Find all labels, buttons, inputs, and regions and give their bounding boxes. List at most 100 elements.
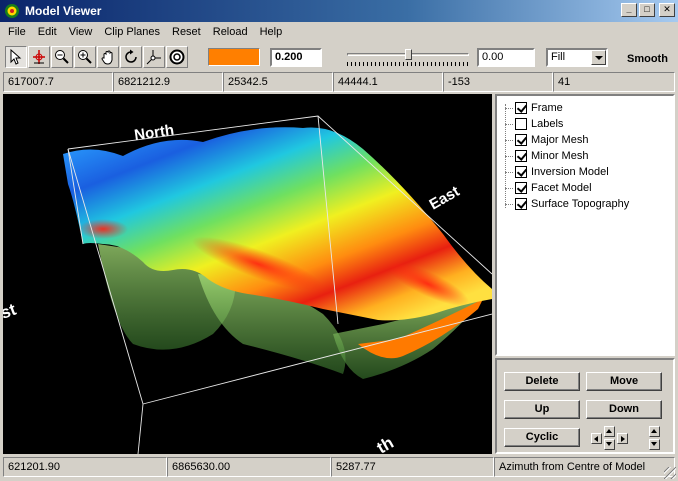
- rotate-button[interactable]: [120, 46, 142, 68]
- sphere-button[interactable]: [166, 46, 188, 68]
- tree-connector: [505, 156, 513, 157]
- layer-label: Surface Topography: [531, 198, 630, 210]
- coord-y: 6821212.9: [113, 72, 223, 92]
- nudge-right-button[interactable]: [617, 433, 628, 444]
- coord-x: 617007.7: [3, 72, 113, 92]
- smooth-label[interactable]: Smooth: [627, 53, 668, 65]
- menu-reload[interactable]: Reload: [207, 26, 254, 38]
- color-swatch[interactable]: [208, 48, 260, 66]
- zoom-out-icon: [55, 50, 69, 64]
- threshold-slider[interactable]: [345, 49, 471, 67]
- pick-point-button[interactable]: [28, 46, 50, 68]
- north-label: North: [133, 122, 175, 144]
- layer-item[interactable]: Facet Model: [515, 180, 592, 196]
- lower-button[interactable]: [649, 439, 660, 450]
- render-mode-select[interactable]: Fill: [546, 48, 608, 67]
- layer-label: Frame: [531, 102, 563, 114]
- sphere-icon: [169, 49, 185, 65]
- south-label: th: [374, 433, 397, 454]
- menu-file[interactable]: File: [2, 26, 32, 38]
- nudge-down-button[interactable]: [604, 439, 615, 450]
- coord-elevation: 41: [553, 72, 675, 92]
- layer-tree: Frame Labels Major Mesh Minor Mesh Inversion…: [495, 94, 675, 356]
- layer-checkbox[interactable]: [515, 134, 527, 146]
- zoom-in-button[interactable]: [74, 46, 96, 68]
- layer-item[interactable]: Surface Topography: [515, 196, 629, 212]
- slider-ticks: [347, 62, 469, 66]
- slider-value-field[interactable]: 0.00: [477, 48, 535, 67]
- tree-connector: [505, 172, 513, 173]
- status-bar: 621201.90 6865630.00 5287.77 Azimuth fro…: [3, 457, 675, 477]
- layer-checkbox[interactable]: [515, 102, 527, 114]
- slider-thumb[interactable]: [404, 49, 412, 60]
- maximize-button[interactable]: □: [639, 3, 655, 17]
- east-label: East: [427, 183, 463, 214]
- layer-checkbox[interactable]: [515, 150, 527, 162]
- window-title: Model Viewer: [25, 4, 102, 18]
- delete-button[interactable]: Delete: [504, 372, 580, 391]
- pick-point-icon: [33, 50, 45, 64]
- pan-hand-icon: [101, 50, 113, 65]
- layer-item[interactable]: Frame: [515, 100, 563, 116]
- menu-edit[interactable]: Edit: [32, 26, 63, 38]
- tree-connector: [505, 188, 513, 189]
- chevron-down-icon[interactable]: [591, 50, 606, 65]
- toolbar: 0.200 0.00 Fill Smooth: [0, 43, 678, 71]
- layer-item[interactable]: Inversion Model: [515, 164, 609, 180]
- select-tool-button[interactable]: [5, 46, 27, 68]
- tree-connector: [505, 108, 513, 109]
- layer-label: Labels: [531, 118, 564, 130]
- menu-bar: File Edit View Clip Planes Reset Reload …: [0, 22, 678, 42]
- tree-connector: [505, 124, 513, 125]
- pan-button[interactable]: [97, 46, 119, 68]
- zoom-out-button[interactable]: [51, 46, 73, 68]
- nudge-left-button[interactable]: [591, 433, 602, 444]
- layer-item[interactable]: Major Mesh: [515, 132, 588, 148]
- action-panel: Delete Move Up Down Cyclic: [495, 358, 675, 454]
- nudge-up-button[interactable]: [604, 426, 615, 437]
- move-button[interactable]: Move: [586, 372, 662, 391]
- close-button[interactable]: ✕: [659, 3, 675, 17]
- tree-connector: [505, 204, 513, 205]
- resize-grip[interactable]: [664, 467, 676, 479]
- status-x: 621201.90: [3, 457, 167, 477]
- menu-help[interactable]: Help: [254, 26, 289, 38]
- model-render: North East st th: [3, 115, 492, 454]
- 3d-viewport[interactable]: North East st th: [3, 94, 492, 454]
- app-icon: [5, 4, 19, 18]
- coord-z: 25342.5: [223, 72, 333, 92]
- coordinate-bar: 617007.7 6821212.9 25342.5 44444.1 -153 …: [3, 72, 675, 92]
- up-button[interactable]: Up: [504, 400, 580, 419]
- menu-view[interactable]: View: [63, 26, 99, 38]
- opacity-field[interactable]: 0.200: [270, 48, 322, 67]
- layer-checkbox[interactable]: [515, 182, 527, 194]
- layer-checkbox[interactable]: [515, 118, 527, 130]
- minimize-button[interactable]: _: [621, 3, 637, 17]
- layer-item[interactable]: Minor Mesh: [515, 148, 588, 164]
- down-button[interactable]: Down: [586, 400, 662, 419]
- cyclic-button[interactable]: Cyclic: [504, 428, 580, 447]
- axes-button[interactable]: [143, 46, 165, 68]
- layer-label: Facet Model: [531, 182, 592, 194]
- layer-item[interactable]: Labels: [515, 116, 563, 132]
- layer-label: Major Mesh: [531, 134, 589, 146]
- title-bar: Model Viewer _ □ ✕: [0, 0, 678, 22]
- select-icon: [10, 49, 22, 65]
- menu-reset[interactable]: Reset: [166, 26, 207, 38]
- layer-label: Minor Mesh: [531, 150, 589, 162]
- menu-clip-planes[interactable]: Clip Planes: [98, 26, 166, 38]
- west-label: st: [3, 300, 19, 323]
- raise-button[interactable]: [649, 426, 660, 437]
- zoom-in-icon: [78, 50, 92, 64]
- coord-distance: 44444.1: [333, 72, 443, 92]
- layer-label: Inversion Model: [531, 166, 609, 178]
- layer-checkbox[interactable]: [515, 198, 527, 210]
- status-z: 5287.77: [331, 457, 494, 477]
- render-mode-value: Fill: [551, 51, 566, 63]
- status-y: 6865630.00: [167, 457, 331, 477]
- surface-highlight: [78, 219, 128, 239]
- layer-checkbox[interactable]: [515, 166, 527, 178]
- coord-azimuth: -153: [443, 72, 553, 92]
- axes-icon: [146, 50, 161, 65]
- status-message: Azimuth from Centre of Model: [494, 457, 675, 477]
